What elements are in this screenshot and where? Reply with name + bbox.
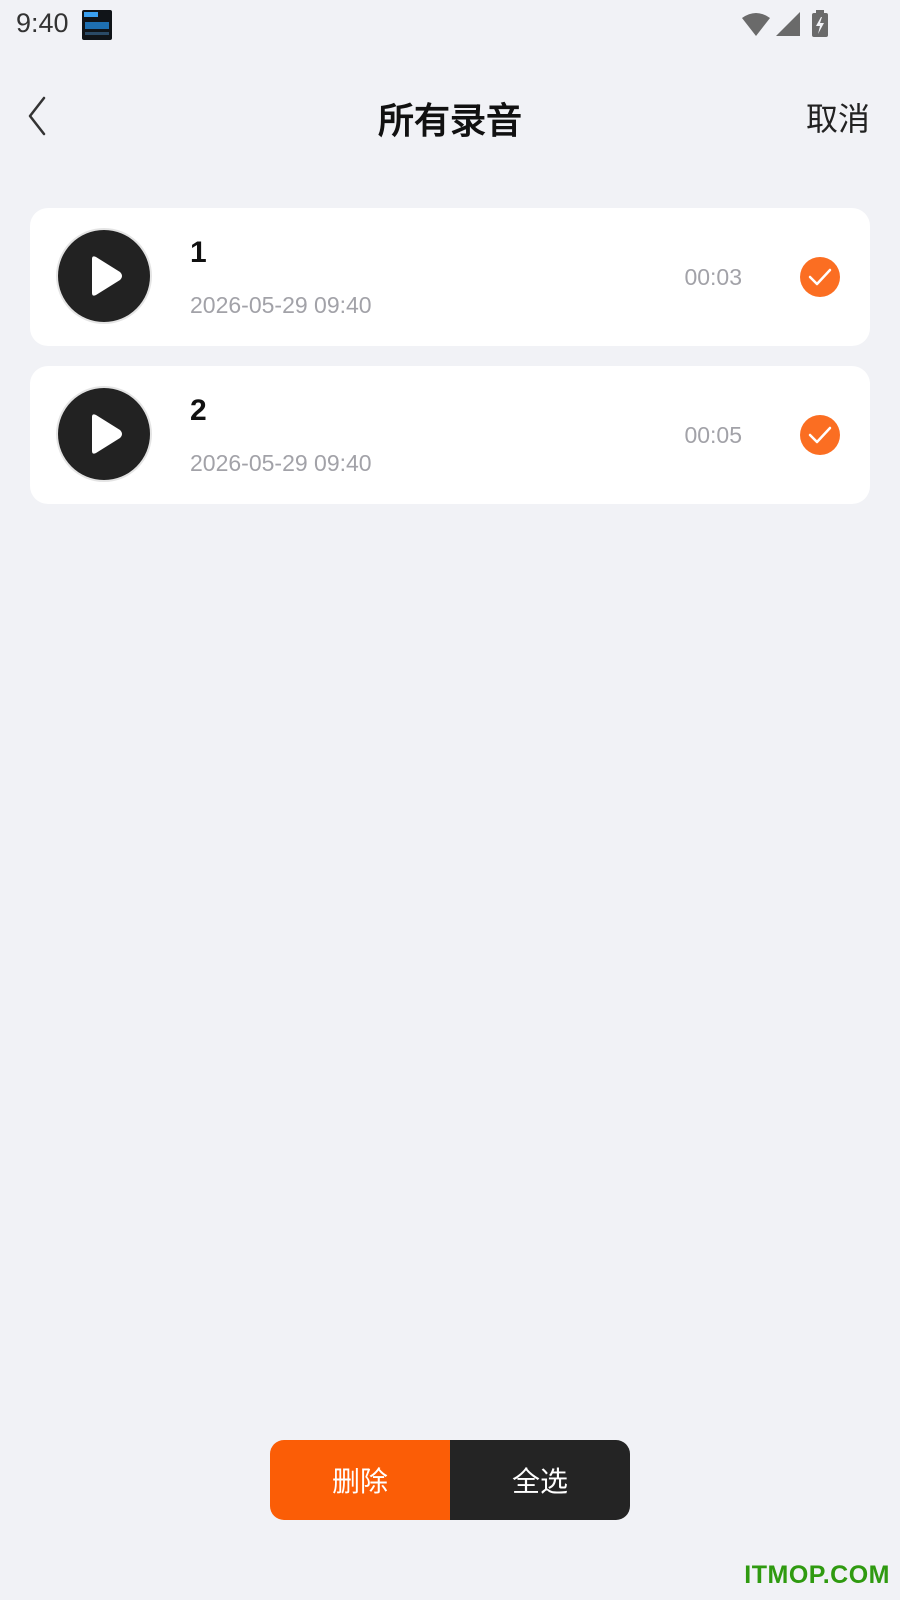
play-button[interactable] [58,388,150,480]
status-time: 9:40 [16,8,69,38]
status-bar: 9:40 [0,0,900,50]
header: 所有录音 取消 [0,80,900,152]
recording-list: 1 2026-05-29 09:40 00:03 2 2026-05-29 09… [30,208,870,524]
play-button[interactable] [58,230,150,322]
page-title: 所有录音 [377,101,522,142]
battery-charging-icon [812,10,828,37]
recording-name: 1 [190,236,207,269]
recording-name: 2 [190,394,207,427]
select-checkbox[interactable] [800,415,840,455]
recording-duration: 00:03 [684,264,742,290]
recording-date: 2026-05-29 09:40 [190,292,372,318]
select-all-button[interactable]: 全选 [450,1440,630,1520]
status-icons [740,10,850,40]
play-icon [92,256,122,296]
list-item[interactable]: 2 2026-05-29 09:40 00:05 [30,366,870,504]
checkmark-icon [808,426,832,444]
wifi-icon [742,13,770,36]
list-item[interactable]: 1 2026-05-29 09:40 00:03 [30,208,870,346]
action-bar: 删除 全选 [270,1440,630,1520]
signal-icon [776,12,800,36]
checkmark-icon [808,268,832,286]
notification-app-icon [82,10,112,40]
select-checkbox[interactable] [800,257,840,297]
watermark: ITMOP.COM [744,1561,890,1589]
cancel-button[interactable]: 取消 [806,94,870,140]
recording-date: 2026-05-29 09:40 [190,450,372,476]
delete-button[interactable]: 删除 [270,1440,450,1520]
play-icon [92,414,122,454]
recording-duration: 00:05 [684,422,742,448]
